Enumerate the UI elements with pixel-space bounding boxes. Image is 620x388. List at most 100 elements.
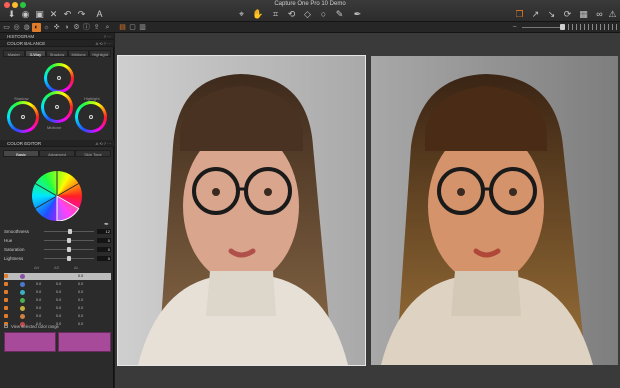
slider-value[interactable]: 12 bbox=[97, 229, 111, 234]
tab-basic[interactable]: Basic bbox=[3, 150, 39, 157]
shadow-color-wheel[interactable] bbox=[7, 101, 39, 133]
exposure-warning-icon[interactable]: ⚠ bbox=[607, 9, 618, 20]
midtone-color-wheel[interactable] bbox=[41, 91, 73, 123]
tab-skin-tone[interactable]: Skin Tone bbox=[75, 150, 111, 157]
wheel-handle[interactable] bbox=[57, 76, 61, 80]
cursor-tool-icon[interactable]: ⌖ bbox=[236, 9, 247, 20]
view-range-label: View selected color range bbox=[11, 324, 59, 329]
color-range-row[interactable]: 0.0 0.0 0.0 bbox=[4, 281, 111, 288]
tool-options-icon[interactable]: A ⟲ ? ⋯ bbox=[96, 40, 111, 47]
view-range-checkbox[interactable] bbox=[4, 324, 8, 328]
zoom-ticks bbox=[568, 24, 618, 30]
redo-icon[interactable]: ↷ bbox=[76, 9, 87, 20]
slider-knob[interactable] bbox=[67, 247, 71, 252]
reset-adjustments-icon[interactable]: ⟳ bbox=[562, 9, 573, 20]
import-icon[interactable]: ⬇ bbox=[6, 9, 17, 20]
zoom-out-icon[interactable]: − bbox=[510, 23, 519, 32]
enable-checkbox[interactable] bbox=[4, 306, 8, 310]
slider-knob[interactable] bbox=[67, 256, 71, 261]
color-balance-header[interactable]: COLOR BALANCE A ⟲ ? ⋯ bbox=[0, 40, 114, 47]
adjustments-tab-icon[interactable]: ⚙ bbox=[72, 23, 81, 32]
viewer-mode-icon[interactable]: ❐ bbox=[514, 9, 525, 20]
tab-shadow[interactable]: Shadow bbox=[46, 50, 68, 57]
wheel-handle[interactable] bbox=[55, 105, 59, 109]
color-picker-icon[interactable]: ✒ bbox=[104, 221, 109, 228]
highlight-color-wheel[interactable] bbox=[75, 101, 107, 133]
lightness-slider[interactable]: Lightness 0 bbox=[4, 255, 111, 262]
master-color-wheel[interactable] bbox=[44, 63, 74, 93]
saturation-slider[interactable]: Saturation 0 bbox=[4, 246, 111, 253]
enable-checkbox[interactable] bbox=[4, 274, 8, 278]
proof-icon[interactable]: ∞ bbox=[594, 9, 605, 20]
dl-value: 0.0 bbox=[78, 314, 84, 318]
capture-tab-icon[interactable]: ◎ bbox=[12, 23, 21, 32]
details-tab-icon[interactable]: ✜ bbox=[52, 23, 61, 32]
enable-checkbox[interactable] bbox=[4, 314, 8, 318]
smoothness-slider[interactable]: Smoothness 12 bbox=[4, 228, 111, 235]
zoom-slider[interactable] bbox=[522, 27, 560, 28]
text-tool-icon[interactable]: A bbox=[94, 9, 105, 20]
slider-value[interactable]: 0 bbox=[97, 247, 111, 252]
single-view-icon[interactable]: ▢ bbox=[128, 23, 137, 32]
color-editor-header[interactable]: COLOR EDITOR A ⟲ ? ⋯ bbox=[0, 140, 114, 147]
pan-tool-icon[interactable]: ✋ bbox=[252, 9, 263, 20]
view-selected-range-option[interactable]: View selected color range bbox=[4, 323, 111, 330]
spot-tool-icon[interactable]: ○ bbox=[318, 9, 329, 20]
tab-master[interactable]: Master bbox=[3, 50, 25, 57]
apply-adjustments-icon[interactable]: ↘ bbox=[546, 9, 557, 20]
tab-advanced[interactable]: Advanced bbox=[39, 150, 75, 157]
histogram-header[interactable]: HISTOGRAM ? ⋯ bbox=[0, 33, 114, 40]
wheel-handle[interactable] bbox=[89, 115, 93, 119]
search-icon[interactable]: ⌕ bbox=[103, 23, 112, 32]
multi-view-icon[interactable]: ▤ bbox=[118, 23, 127, 32]
header-dh: ΔH bbox=[34, 266, 40, 270]
slider-knob[interactable] bbox=[67, 238, 71, 243]
color-range-row[interactable]: 0.0 0.0 0.0 bbox=[4, 305, 111, 312]
camera-icon[interactable]: ▣ bbox=[34, 9, 45, 20]
slider-value[interactable]: 0 bbox=[97, 238, 111, 243]
copy-adjustments-icon[interactable]: ↗ bbox=[530, 9, 541, 20]
enable-checkbox[interactable] bbox=[4, 298, 8, 302]
before-image[interactable] bbox=[117, 55, 366, 366]
source-color-swatch[interactable] bbox=[4, 332, 56, 352]
slider-value[interactable]: 0 bbox=[97, 256, 111, 261]
wheel-handle[interactable] bbox=[21, 115, 25, 119]
color-range-row[interactable]: 0.0 0.0 0.0 bbox=[4, 289, 111, 296]
picker-tool-icon[interactable]: ✒ bbox=[352, 9, 363, 20]
capture-icon[interactable]: ◉ bbox=[20, 9, 31, 20]
metadata-tab-icon[interactable]: ⓘ bbox=[82, 23, 91, 32]
tool-options-icon[interactable]: A ⟲ ? ⋯ bbox=[96, 140, 111, 147]
zoom-slider-knob[interactable] bbox=[560, 24, 565, 30]
local-adj-tab-icon[interactable]: ◑ bbox=[62, 23, 71, 32]
target-color-swatch[interactable] bbox=[58, 332, 111, 352]
enable-checkbox[interactable] bbox=[4, 282, 8, 286]
slider-label: Lightness bbox=[4, 256, 24, 261]
color-tab-icon[interactable]: ◐ bbox=[32, 23, 41, 32]
tab-highlight[interactable]: Highlight bbox=[89, 50, 111, 57]
color-range-row[interactable]: 0.0 0.0 0.0 bbox=[4, 297, 111, 304]
slider-knob[interactable] bbox=[68, 229, 72, 234]
output-tab-icon[interactable]: ⇪ bbox=[92, 23, 101, 32]
crop-tool-icon[interactable]: ⌗ bbox=[270, 9, 281, 20]
reset-icon[interactable]: ✕ bbox=[48, 9, 59, 20]
keystone-tool-icon[interactable]: ◇ bbox=[302, 9, 313, 20]
after-image[interactable] bbox=[371, 56, 618, 365]
lens-tab-icon[interactable]: ◍ bbox=[22, 23, 31, 32]
undo-icon[interactable]: ↶ bbox=[62, 9, 73, 20]
color-range-row[interactable]: 0.0 0.0 0.0 bbox=[4, 313, 111, 320]
rotate-tool-icon[interactable]: ⟲ bbox=[286, 9, 297, 20]
tool-options-icon[interactable]: ? ⋯ bbox=[104, 33, 111, 40]
compare-view-icon[interactable]: ▥ bbox=[138, 23, 147, 32]
histogram-title: HISTOGRAM bbox=[7, 34, 35, 39]
color-editor-wheel[interactable] bbox=[32, 171, 82, 221]
library-tab-icon[interactable]: ▭ bbox=[2, 23, 11, 32]
enable-checkbox[interactable] bbox=[4, 290, 8, 294]
exposure-tab-icon[interactable]: ☼ bbox=[42, 23, 51, 32]
color-range-row[interactable]: 0.0 bbox=[4, 273, 111, 280]
grid-icon[interactable]: ▦ bbox=[578, 9, 589, 20]
tab-midtone[interactable]: Midtone bbox=[67, 50, 90, 57]
dl-value: 0.0 bbox=[78, 306, 84, 310]
hue-slider[interactable]: Hue 0 bbox=[4, 237, 111, 244]
brush-tool-icon[interactable]: ✎ bbox=[334, 9, 345, 20]
tab-3-way[interactable]: 3-Way bbox=[24, 50, 47, 57]
